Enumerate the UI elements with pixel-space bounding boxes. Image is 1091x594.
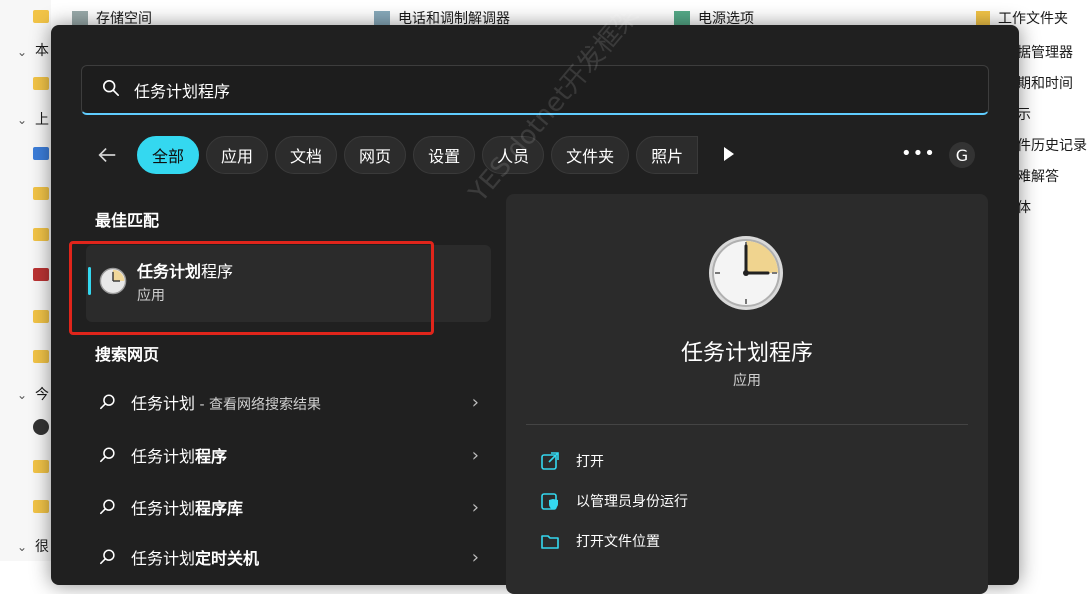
- folder-icon: [33, 77, 49, 90]
- chevron-right-icon: ›: [472, 547, 479, 568]
- filter-bar: 全部 应用 文档 网页 设置 人员 文件夹 照片: [91, 135, 698, 175]
- folder-icon: [540, 531, 560, 551]
- disc-icon: [33, 419, 49, 435]
- drive-icon: [33, 147, 49, 160]
- filter-people[interactable]: 人员: [482, 136, 544, 174]
- search-icon: [99, 446, 117, 464]
- best-match-heading: 最佳匹配: [95, 207, 159, 231]
- search-icon: [99, 393, 117, 411]
- filter-folders[interactable]: 文件夹: [551, 136, 629, 174]
- open-action[interactable]: 打开: [540, 446, 604, 476]
- folder-icon: [33, 310, 49, 323]
- filter-web[interactable]: 网页: [344, 136, 406, 174]
- open-file-location-action[interactable]: 打开文件位置: [540, 526, 660, 556]
- folder-icon: [33, 187, 49, 200]
- back-button[interactable]: [91, 139, 123, 171]
- account-avatar[interactable]: G: [949, 142, 975, 168]
- chevron-right-icon: ›: [472, 445, 479, 466]
- phone-icon: [374, 11, 390, 25]
- app-icon: [33, 268, 49, 281]
- search-panel: 任务计划程序 全部 应用 文档 网页 设置 人员 文件夹 照片 ••• G 最佳…: [51, 25, 1019, 585]
- search-icon: [99, 498, 117, 516]
- search-input[interactable]: 任务计划程序: [134, 78, 230, 102]
- shield-admin-icon: [540, 491, 560, 511]
- folder-icon: [33, 350, 49, 363]
- folder-icon: [976, 11, 990, 25]
- folder-icon: [33, 500, 49, 513]
- chevron-down-icon: ⌄: [17, 113, 27, 127]
- web-result-row[interactable]: 任务计划程序库 ›: [99, 487, 479, 527]
- search-icon: [99, 548, 117, 566]
- search-box[interactable]: 任务计划程序: [81, 65, 989, 115]
- clock-icon: [706, 233, 786, 313]
- more-options-button[interactable]: •••: [901, 143, 936, 164]
- filter-apps[interactable]: 应用: [206, 136, 268, 174]
- search-icon: [102, 79, 120, 101]
- detail-title: 任务计划程序: [506, 335, 988, 367]
- chevron-right-icon: ›: [472, 392, 479, 413]
- highlight-annotation-box: [69, 241, 434, 335]
- filter-documents[interactable]: 文档: [275, 136, 337, 174]
- chevron-down-icon: ⌄: [17, 388, 27, 402]
- run-as-admin-action[interactable]: 以管理员身份运行: [540, 486, 688, 516]
- chevron-right-icon: ›: [472, 497, 479, 518]
- open-external-icon: [540, 451, 560, 471]
- filter-settings[interactable]: 设置: [413, 136, 475, 174]
- play-icon[interactable]: [723, 146, 735, 162]
- web-result-row[interactable]: 任务计划程序 ›: [99, 435, 479, 475]
- filter-photos[interactable]: 照片: [636, 136, 698, 174]
- folder-icon: [33, 228, 49, 241]
- power-icon: [674, 11, 690, 25]
- folder-icon: [33, 460, 49, 473]
- divider: [526, 424, 968, 425]
- arrow-left-icon: [96, 144, 118, 166]
- chevron-down-icon: ⌄: [17, 540, 27, 554]
- web-result-row[interactable]: 任务计划定时关机 ›: [99, 537, 479, 577]
- folder-icon: [33, 10, 49, 23]
- detail-type: 应用: [506, 370, 988, 390]
- web-result-row[interactable]: 任务计划 - 查看网络搜索结果 ›: [99, 382, 479, 422]
- storage-icon: [72, 11, 88, 25]
- detail-pane: 任务计划程序 应用 打开 以管理员身份运行 打开文件位置: [506, 194, 988, 594]
- filter-all[interactable]: 全部: [137, 136, 199, 174]
- web-search-heading: 搜索网页: [95, 341, 159, 365]
- bg-left-tree: ⌄ 本 ⌄ 上 ⌄ 今 ⌄ 很: [0, 0, 51, 561]
- chevron-down-icon: ⌄: [17, 45, 27, 59]
